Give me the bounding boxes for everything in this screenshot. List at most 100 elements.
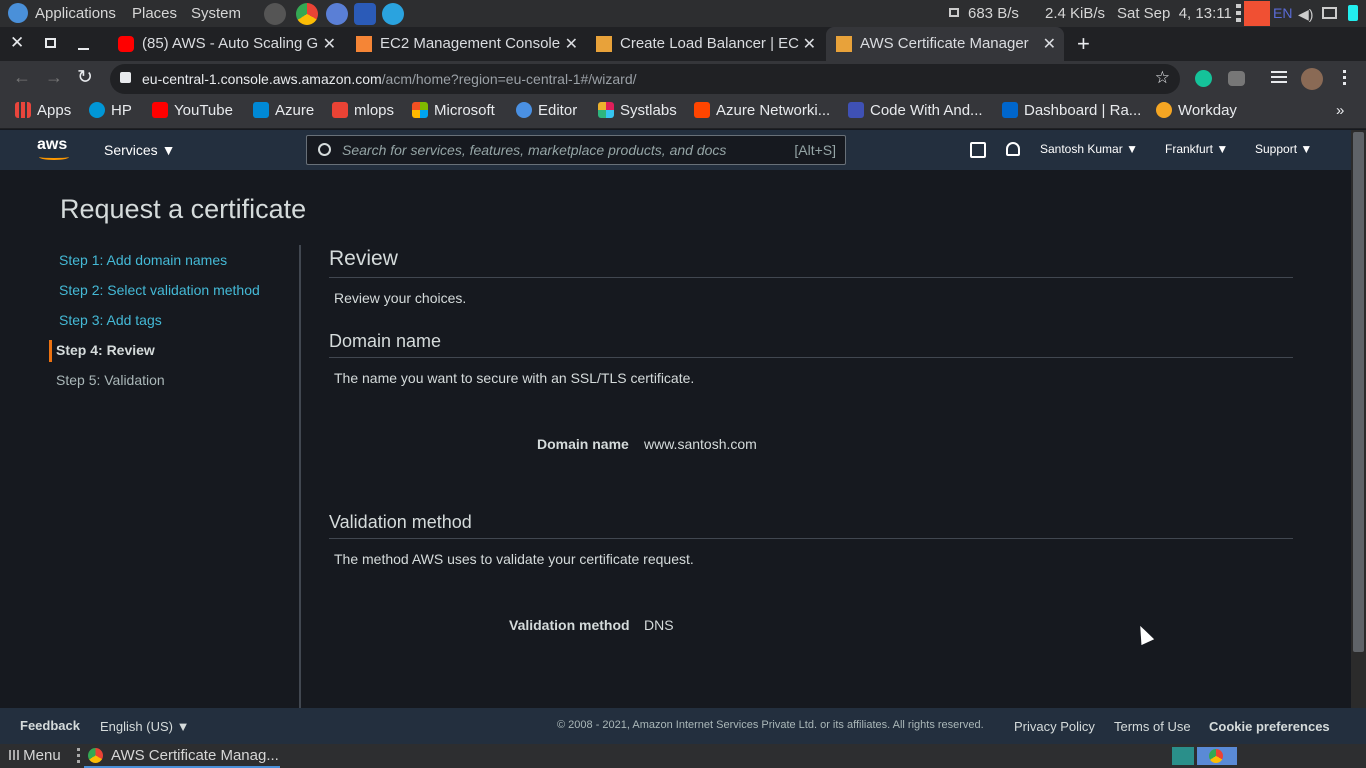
privacy-policy-link[interactable]: Privacy Policy	[1014, 719, 1095, 734]
new-tab-icon[interactable]: +	[1077, 31, 1090, 57]
telegram-launcher-icon[interactable]	[382, 3, 404, 25]
nav-divider	[300, 245, 301, 708]
aws-logo[interactable]: aws	[37, 136, 71, 162]
bookmark-workday[interactable]: Workday	[1156, 102, 1237, 119]
tab-youtube[interactable]: (85) AWS - Auto Scaling G ✕	[108, 27, 344, 61]
editor-icon	[516, 102, 532, 118]
region-menu[interactable]: Frankfurt ▼	[1165, 142, 1228, 156]
taskbar-menu[interactable]: Menu	[9, 747, 61, 764]
workspace-2[interactable]	[1197, 747, 1237, 765]
applications-menu[interactable]: Applications	[35, 5, 116, 22]
dashboard-icon	[1002, 102, 1018, 118]
bookmark-apps[interactable]: Apps	[15, 102, 71, 119]
bookmark-azure[interactable]: Azure	[253, 102, 314, 119]
feedback-link[interactable]: Feedback	[20, 718, 80, 733]
tab-certificate-manager[interactable]: AWS Certificate Manager ✕	[826, 27, 1064, 61]
language-selector[interactable]: English (US) ▼	[100, 719, 189, 734]
user-menu[interactable]: Santosh Kumar ▼	[1040, 142, 1138, 156]
tab-title: (85) AWS - Auto Scaling G	[142, 35, 319, 52]
os-taskbar: Menu AWS Certificate Manag...	[0, 744, 1366, 768]
terminal-launcher-icon[interactable]	[264, 3, 286, 25]
bookmark-hp[interactable]: HP	[89, 102, 132, 119]
chrome-icon	[88, 748, 103, 763]
battery-icon[interactable]	[1348, 5, 1358, 21]
code-with-andrea-icon	[848, 102, 864, 118]
distro-logo-icon[interactable]	[8, 3, 28, 23]
bookmark-code-with-andrea[interactable]: Code With And...	[848, 102, 983, 119]
profile-avatar[interactable]	[1301, 68, 1323, 90]
grammarly-extension-icon[interactable]	[1195, 70, 1212, 87]
tab-title: EC2 Management Console	[380, 35, 561, 52]
bookmark-systlabs[interactable]: Systlabs	[598, 102, 677, 119]
back-icon[interactable]: ←	[13, 67, 31, 88]
aws-search-box[interactable]: Search for services, features, marketpla…	[306, 135, 846, 165]
current-step-indicator	[49, 340, 52, 362]
tab-close-icon[interactable]: ✕	[565, 34, 578, 54]
bookmark-microsoft[interactable]: Microsoft	[412, 102, 495, 119]
media-control-icon[interactable]	[1271, 71, 1287, 84]
display-icon[interactable]	[1322, 7, 1337, 19]
bookmark-editor[interactable]: Editor	[516, 102, 577, 119]
aws-footer: Feedback English (US) ▼ © 2008 - 2021, A…	[0, 708, 1366, 744]
bookmark-youtube[interactable]: YouTube	[152, 102, 233, 119]
browser-menu-icon[interactable]	[1343, 70, 1346, 86]
support-menu[interactable]: Support ▼	[1255, 142, 1312, 156]
services-menu[interactable]: Services ▼	[104, 142, 175, 158]
scrollbar-thumb[interactable]	[1353, 132, 1364, 652]
aws-box-icon	[836, 36, 852, 52]
step-1-link[interactable]: Step 1: Add domain names	[59, 252, 227, 268]
bookmark-star-icon[interactable]: ☆	[1155, 68, 1170, 88]
review-heading: Review	[329, 247, 398, 270]
minimize-window-icon[interactable]	[78, 48, 89, 50]
app-launcher-icon[interactable]	[326, 3, 348, 25]
azure-icon	[253, 102, 269, 118]
places-menu[interactable]: Places	[132, 5, 177, 22]
more-bookmarks-icon[interactable]: »	[1336, 102, 1344, 119]
volume-icon[interactable]: ◀)	[1298, 6, 1313, 23]
domain-name-label: Domain name	[537, 436, 629, 452]
step-3-link[interactable]: Step 3: Add tags	[59, 312, 162, 328]
step-4-current: Step 4: Review	[56, 342, 155, 358]
terms-of-use-link[interactable]: Terms of Use	[1114, 719, 1191, 734]
reload-icon[interactable]: ↻	[77, 66, 93, 89]
tab-close-icon[interactable]: ✕	[323, 34, 336, 54]
chrome-launcher-icon[interactable]	[296, 3, 318, 25]
forward-icon[interactable]: →	[45, 67, 63, 88]
page-scrollbar[interactable]	[1351, 130, 1366, 708]
tab-close-icon[interactable]: ✕	[1043, 34, 1056, 54]
close-window-icon[interactable]: ✕	[10, 33, 24, 53]
menu-dots-icon[interactable]	[1236, 4, 1241, 23]
clock[interactable]: Sat Sep 4, 13:11	[1117, 5, 1232, 22]
bell-icon[interactable]	[1006, 142, 1020, 156]
search-placeholder: Search for services, features, marketpla…	[342, 142, 727, 158]
keyboard-layout[interactable]: EN	[1273, 5, 1292, 21]
system-menu[interactable]: System	[191, 5, 241, 22]
vscode-launcher-icon[interactable]	[354, 3, 376, 25]
restore-window-icon[interactable]	[45, 38, 56, 48]
address-bar[interactable]: eu-central-1.console.aws.amazon.com/acm/…	[110, 64, 1180, 94]
chrome-icon	[1209, 749, 1223, 763]
search-shortcut: [Alt+S]	[794, 142, 836, 158]
search-icon	[318, 143, 331, 156]
tab-title: AWS Certificate Manager	[860, 35, 1029, 52]
bookmark-azure-networking[interactable]: Azure Networki...	[694, 102, 830, 119]
url-path: /acm/home?region=eu-central-1#/wizard/	[381, 71, 637, 87]
tab-close-icon[interactable]: ✕	[803, 34, 816, 54]
validation-heading: Validation method	[329, 512, 472, 532]
taskbar-separator-icon	[77, 748, 80, 764]
taskbar-window-chrome[interactable]: AWS Certificate Manag...	[84, 744, 280, 768]
cookie-preferences-link[interactable]: Cookie preferences	[1209, 719, 1330, 734]
hp-icon	[89, 102, 105, 118]
domain-name-value: www.santosh.com	[644, 436, 757, 452]
lock-icon[interactable]	[120, 72, 131, 83]
extension-icon[interactable]	[1228, 71, 1245, 86]
tab-load-balancer[interactable]: Create Load Balancer | EC ✕	[586, 27, 824, 61]
cloudshell-icon[interactable]	[970, 142, 986, 158]
git-icon[interactable]	[1244, 1, 1270, 26]
step-2-link[interactable]: Step 2: Select validation method	[59, 282, 260, 298]
tab-ec2[interactable]: EC2 Management Console ✕	[346, 27, 586, 61]
workspace-1[interactable]	[1172, 747, 1194, 765]
bookmark-dashboard[interactable]: Dashboard | Ra...	[1002, 102, 1141, 119]
youtube-icon	[118, 36, 134, 52]
bookmark-mlops[interactable]: mlops	[332, 102, 394, 119]
